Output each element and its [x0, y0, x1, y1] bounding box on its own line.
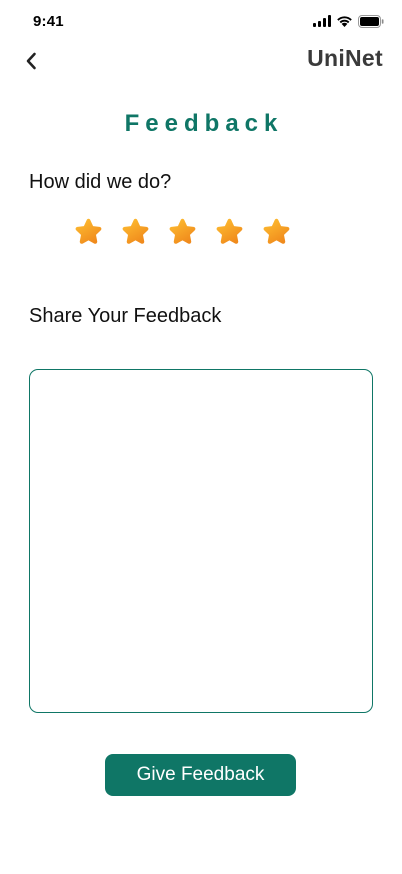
feedback-textarea[interactable] — [29, 369, 373, 713]
status-icons — [313, 14, 384, 28]
star-icon[interactable] — [261, 216, 292, 247]
star-icon[interactable] — [214, 216, 245, 247]
page-title: Feedback — [124, 110, 284, 137]
rating-question: How did we do? — [29, 171, 172, 193]
give-feedback-button[interactable]: Give Feedback — [105, 754, 296, 796]
cellular-signal-icon — [313, 15, 331, 27]
battery-icon — [358, 14, 384, 28]
star-icon[interactable] — [73, 216, 104, 247]
star-icon[interactable] — [167, 216, 198, 247]
feedback-screen: 9:41 UniNet Feedback How did we do? Shar… — [0, 0, 402, 874]
brand-logo-text: UniNet — [307, 45, 383, 71]
back-button[interactable] — [18, 48, 44, 74]
status-time: 9:41 — [33, 13, 64, 30]
share-feedback-label: Share Your Feedback — [29, 305, 222, 327]
chevron-left-icon — [26, 52, 36, 70]
wifi-icon — [336, 15, 353, 27]
star-icon[interactable] — [120, 216, 151, 247]
status-bar: 9:41 — [0, 0, 402, 46]
